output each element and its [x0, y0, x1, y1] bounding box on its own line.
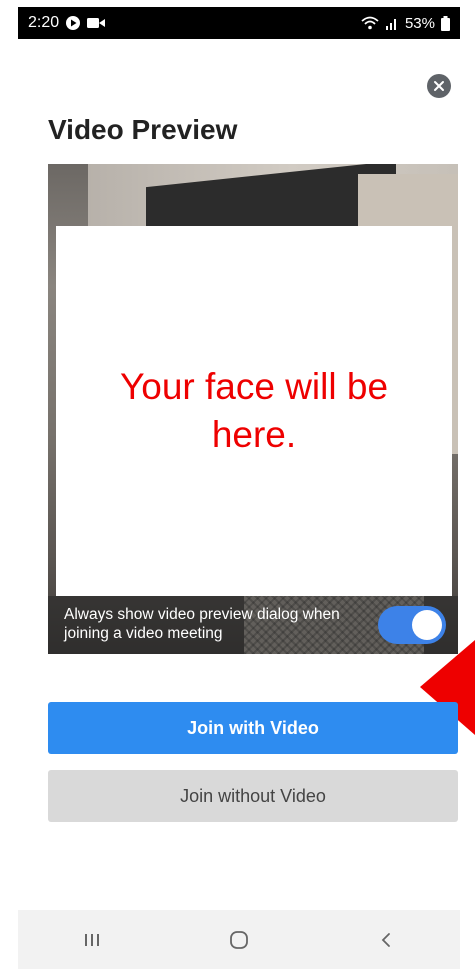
- face-placeholder-box: Your face will be here.: [56, 226, 452, 596]
- status-right: 53%: [361, 15, 450, 32]
- play-icon: [65, 15, 81, 31]
- status-left: 2:20: [28, 14, 106, 32]
- status-bar: 2:20 53%: [18, 7, 460, 39]
- page-title: Video Preview: [48, 114, 238, 145]
- face-placeholder-text: Your face will be here.: [119, 365, 389, 455]
- toggle-knob: [412, 610, 442, 640]
- recent-apps-icon: [84, 933, 99, 946]
- close-button[interactable]: [427, 74, 451, 98]
- back-button[interactable]: [356, 920, 416, 960]
- home-button[interactable]: [209, 920, 269, 960]
- toggle-label: Always show video preview dialog when jo…: [64, 606, 340, 642]
- system-nav-bar: [18, 910, 460, 969]
- home-icon: [230, 930, 248, 949]
- join-with-video-button[interactable]: Join with Video: [48, 702, 458, 754]
- always-show-preview-toggle[interactable]: [378, 606, 446, 644]
- preview-toggle-bar: Always show video preview dialog when jo…: [48, 596, 458, 654]
- recent-apps-button[interactable]: [62, 920, 122, 960]
- back-icon: [382, 932, 391, 947]
- video-camera-icon: [87, 17, 106, 29]
- video-preview: Your face will be here. Always show vide…: [48, 164, 458, 654]
- close-icon: [434, 81, 444, 91]
- wifi-icon: [361, 16, 379, 30]
- battery-icon: [441, 15, 450, 31]
- battery-percent: 53%: [404, 14, 435, 32]
- status-time: 2:20: [28, 14, 60, 31]
- join-without-video-button[interactable]: Join without Video: [48, 770, 458, 822]
- signal-icon: [385, 16, 399, 30]
